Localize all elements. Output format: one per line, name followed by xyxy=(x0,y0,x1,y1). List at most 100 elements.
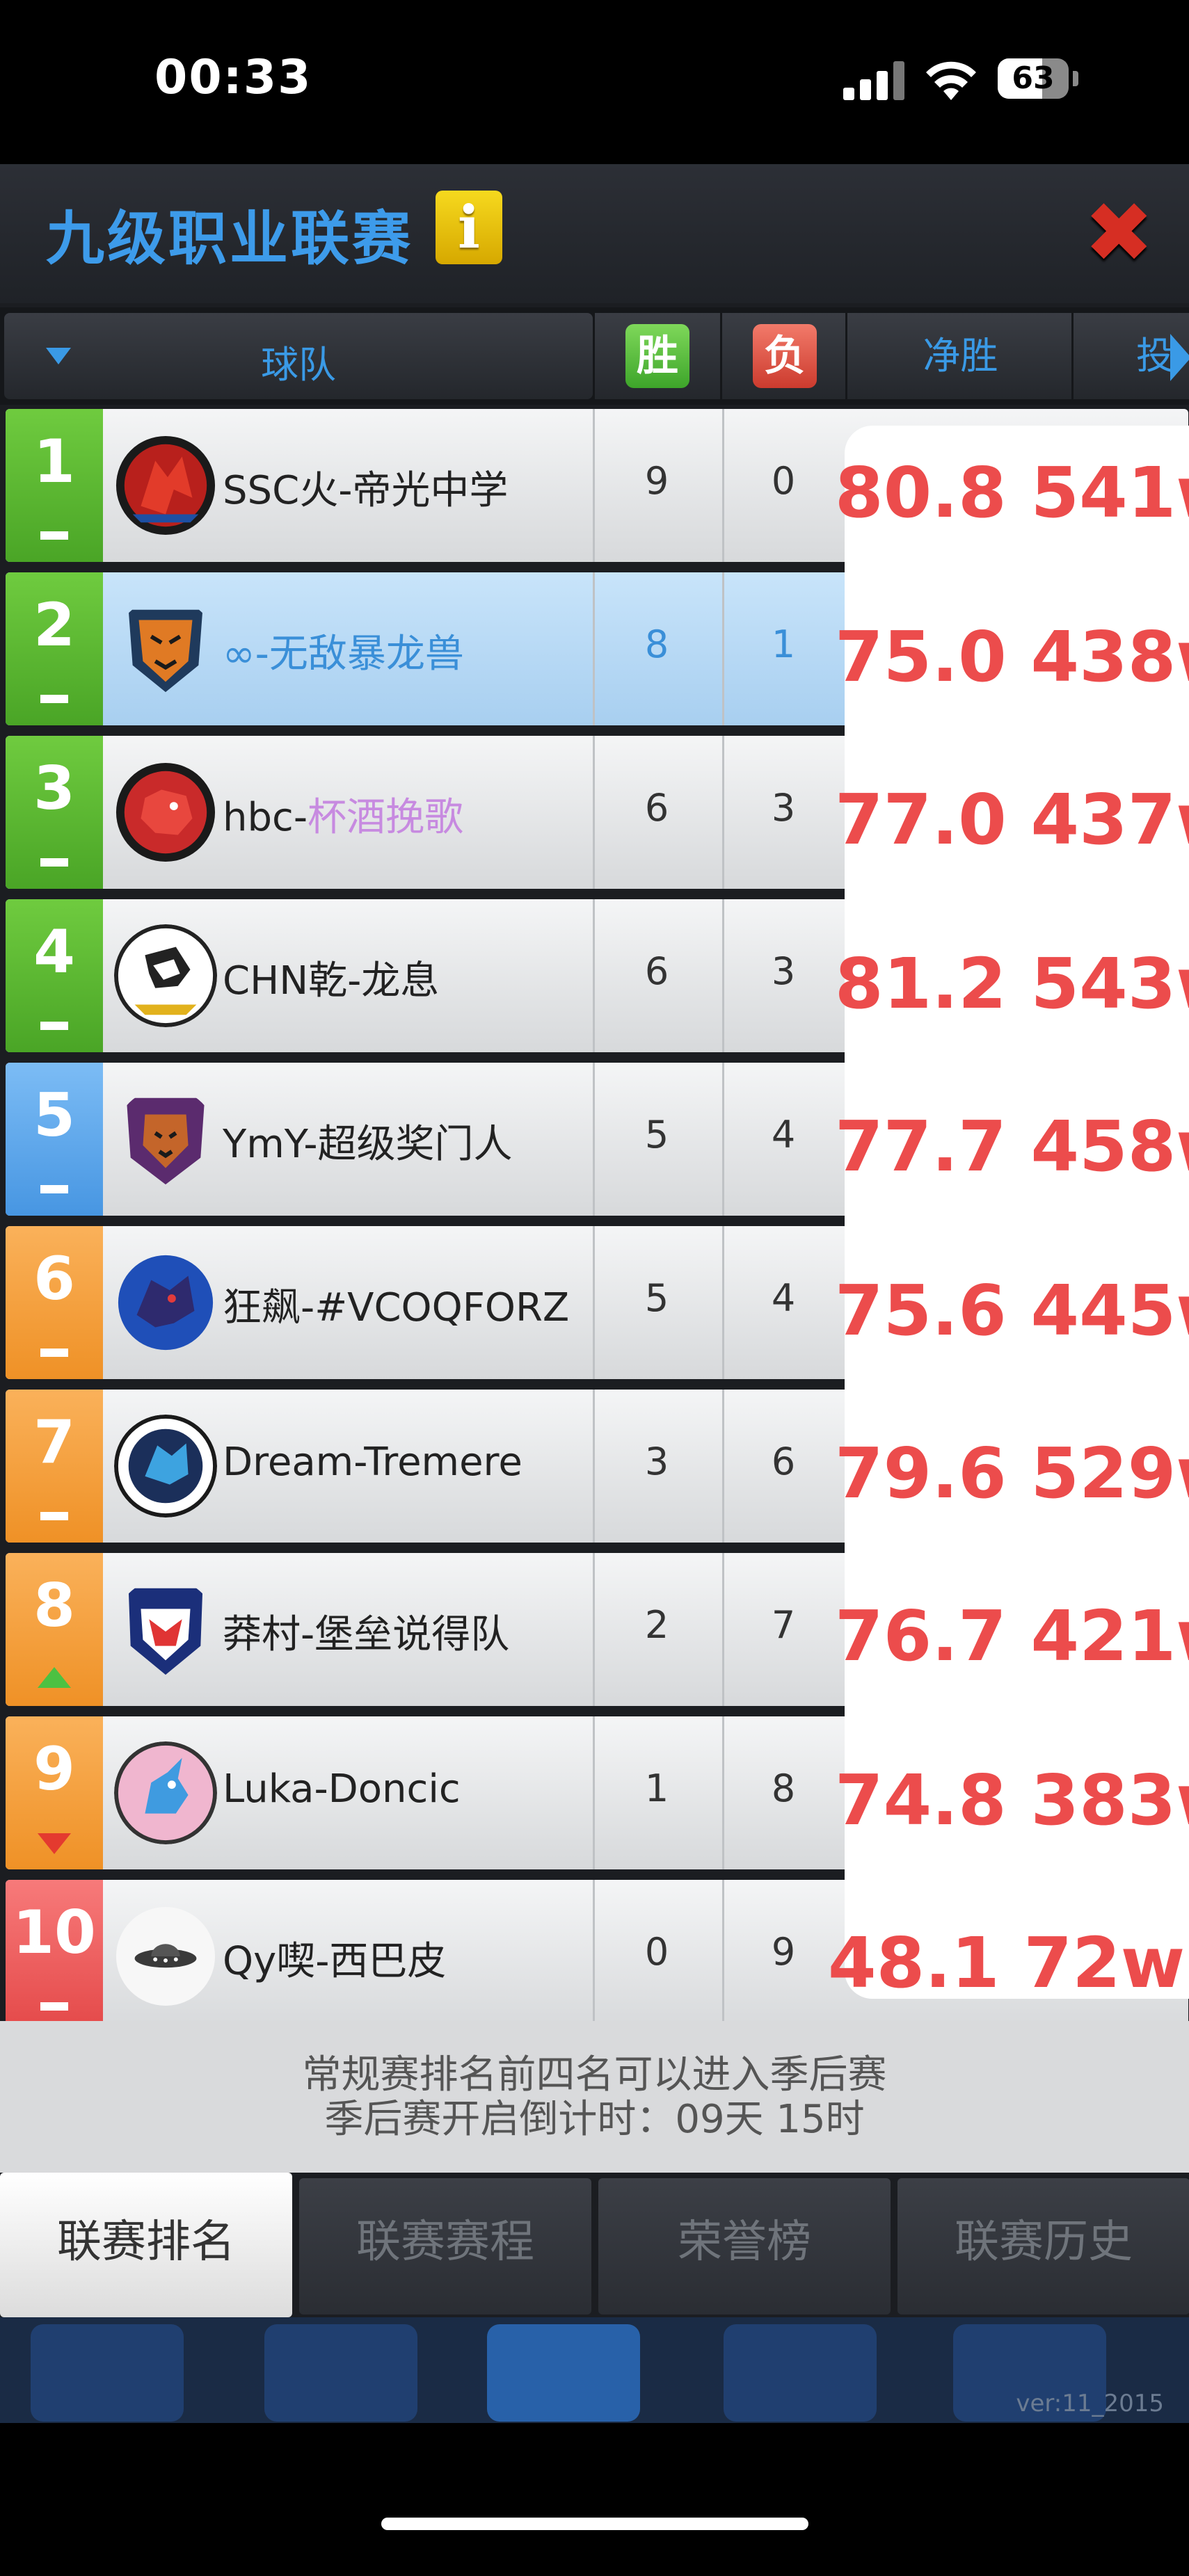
rank-badge: 7 xyxy=(6,1390,103,1543)
rank-same-icon xyxy=(40,2002,68,2011)
losses-value: 0 xyxy=(771,459,796,503)
rank-badge: 4 xyxy=(6,899,103,1052)
score-text: 77.7 458w xyxy=(835,1106,1189,1187)
clock: 00:33 xyxy=(154,50,312,105)
fox-shield-logo-icon xyxy=(128,1588,203,1675)
rank-badge: 10 xyxy=(6,1880,103,2033)
rank-same-icon xyxy=(40,1512,68,1520)
divider xyxy=(722,1553,724,1706)
rank-up-icon xyxy=(38,1667,71,1688)
battery-tip xyxy=(1073,71,1078,86)
blue-dragon-logo-icon xyxy=(118,1255,214,1351)
menu-icon[interactable] xyxy=(31,2324,184,2422)
red-dragon-logo-icon xyxy=(115,435,216,536)
menu-icon[interactable] xyxy=(724,2324,877,2422)
divider xyxy=(593,736,595,889)
rank-number: 8 xyxy=(33,1571,75,1641)
team-name: Qy喫-西巴皮 xyxy=(223,1939,447,1984)
tab-league-history[interactable]: 联赛历史 xyxy=(897,2178,1189,2315)
rank-same-icon xyxy=(40,1022,68,1030)
divider xyxy=(722,572,724,725)
tab-league-ranking[interactable]: 联赛排名 xyxy=(0,2173,292,2317)
divider xyxy=(722,409,724,562)
score-text: 48.1 72w xyxy=(828,1922,1186,2004)
home-indicator[interactable] xyxy=(381,2518,808,2530)
losses-value: 8 xyxy=(771,1766,796,1810)
score-text: 76.7 421w xyxy=(835,1595,1189,1677)
losses-value: 9 xyxy=(771,1930,796,1974)
tiger-logo-icon xyxy=(128,609,203,693)
rank-number: 9 xyxy=(33,1734,75,1804)
team-name: Dream-Tremere xyxy=(223,1440,522,1485)
lion-logo-icon xyxy=(126,1097,205,1185)
rank-number: 5 xyxy=(33,1081,75,1150)
status-bar: 00:33 63 xyxy=(0,0,1189,164)
divider xyxy=(722,1390,724,1543)
title-bar: 九级职业联赛 i ✖ xyxy=(0,164,1189,303)
wins-value: 8 xyxy=(644,622,669,666)
divider xyxy=(722,736,724,889)
losses-value: 6 xyxy=(771,1440,796,1483)
wins-value: 5 xyxy=(644,1113,669,1157)
rank-number: 1 xyxy=(33,427,75,497)
team-name: hbc-杯酒挽歌 xyxy=(223,786,463,842)
score-text: 75.0 438w xyxy=(835,616,1189,698)
ufo-logo-icon xyxy=(115,1906,216,2006)
wifi-icon xyxy=(925,56,977,102)
divider xyxy=(593,409,595,562)
wins-value: 2 xyxy=(644,1603,669,1647)
tab-league-schedule[interactable]: 联赛赛程 xyxy=(299,2178,591,2315)
column-win-label: 胜 xyxy=(625,324,689,388)
divider xyxy=(593,572,595,725)
rank-number: 6 xyxy=(33,1244,75,1314)
score-text: 81.2 543w xyxy=(835,943,1189,1024)
team-name: Luka-Doncic xyxy=(223,1766,461,1812)
wins-value: 6 xyxy=(644,949,669,993)
score-text: 75.6 445w xyxy=(835,1270,1189,1351)
rank-same-icon xyxy=(40,695,68,703)
wins-value: 1 xyxy=(644,1766,669,1810)
battery-percent: 63 xyxy=(1012,61,1055,96)
close-button[interactable]: ✖ xyxy=(1084,192,1154,275)
column-win[interactable]: 胜 xyxy=(593,313,722,399)
divider xyxy=(593,1716,595,1869)
menu-icon[interactable] xyxy=(487,2324,640,2422)
scroll-right-icon[interactable] xyxy=(1170,334,1189,381)
divider xyxy=(722,1226,724,1379)
column-more[interactable]: 投 xyxy=(1071,313,1189,399)
cellular-signal-icon xyxy=(843,61,907,100)
score-text: 80.8 541w xyxy=(835,452,1189,533)
blue-dragon-badge-logo-icon xyxy=(114,1415,217,1518)
wins-value: 9 xyxy=(644,459,669,503)
losses-value: 7 xyxy=(771,1603,796,1647)
losses-value: 1 xyxy=(771,622,796,666)
tab-honor-board[interactable]: 荣誉榜 xyxy=(598,2178,891,2315)
white-dragon-logo-icon xyxy=(114,924,217,1027)
menu-icon[interactable] xyxy=(264,2324,417,2422)
losses-value: 3 xyxy=(771,786,796,830)
losses-value: 3 xyxy=(771,949,796,993)
info-button[interactable]: i xyxy=(436,191,502,264)
wins-value: 6 xyxy=(644,786,669,830)
divider xyxy=(593,1553,595,1706)
rank-number: 7 xyxy=(33,1408,75,1477)
sort-team-column[interactable]: 球队 xyxy=(4,313,593,399)
divider xyxy=(722,1063,724,1216)
losses-value: 4 xyxy=(771,1113,796,1157)
version-label: ver:11_2015 xyxy=(1016,2390,1164,2417)
score-text: 77.0 437w xyxy=(835,779,1189,860)
column-net[interactable]: 净胜 xyxy=(845,313,1074,399)
team-name: CHN乾-龙息 xyxy=(223,958,440,1004)
team-name: 莽村-堡垒说得队 xyxy=(223,1612,510,1657)
bottom-menu: ver:11_2015 xyxy=(0,2317,1189,2423)
tab-bar: 联赛排名 联赛赛程 荣誉榜 联赛历史 xyxy=(0,2173,1189,2317)
column-loss-label: 负 xyxy=(753,324,817,388)
rank-number: 2 xyxy=(33,590,75,660)
losses-value: 4 xyxy=(771,1276,796,1320)
column-loss[interactable]: 负 xyxy=(720,313,847,399)
notice-line-1: 常规赛排名前四名可以进入季后赛 xyxy=(302,2052,887,2098)
wins-value: 3 xyxy=(644,1440,669,1483)
divider xyxy=(722,1880,724,2033)
battery-icon: 63 xyxy=(998,58,1069,99)
unicorn-logo-icon xyxy=(114,1741,217,1844)
